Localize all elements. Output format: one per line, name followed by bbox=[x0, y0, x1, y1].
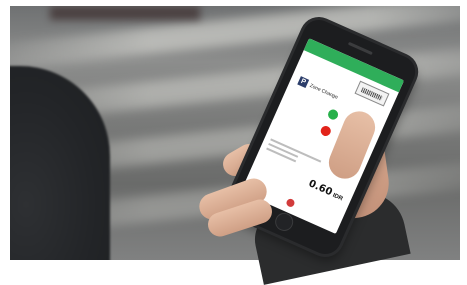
phone-speaker bbox=[347, 41, 373, 56]
parking-icon: P bbox=[297, 76, 310, 89]
amount-value: 0.60 bbox=[306, 178, 334, 199]
status-label bbox=[297, 118, 317, 127]
red-status-icon bbox=[319, 124, 333, 138]
stop-icon[interactable] bbox=[285, 197, 296, 209]
status-label bbox=[305, 102, 325, 111]
logo-mark bbox=[360, 86, 384, 101]
blurred-car bbox=[50, 6, 200, 20]
currency-label: IDR bbox=[331, 192, 344, 203]
zone-label: Zone Change bbox=[308, 82, 339, 101]
detail-line bbox=[270, 138, 322, 163]
green-status-icon bbox=[326, 107, 340, 122]
